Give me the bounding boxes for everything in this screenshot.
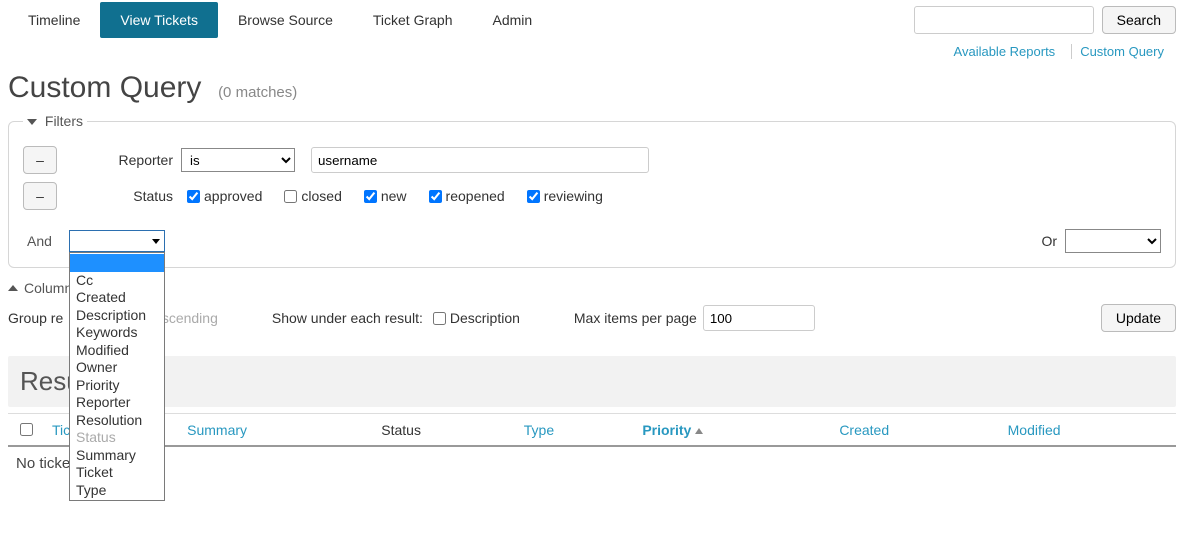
col-priority[interactable]: Priority bbox=[634, 414, 831, 447]
status-reviewing[interactable]: reviewing bbox=[523, 187, 603, 206]
search-button[interactable]: Search bbox=[1102, 6, 1176, 34]
dd-item-modified[interactable]: Modified bbox=[70, 342, 164, 360]
filters-fieldset: Filters – Reporter is – Status approved … bbox=[8, 113, 1176, 268]
filters-legend-text: Filters bbox=[45, 113, 83, 129]
dd-item-description[interactable]: Description bbox=[70, 307, 164, 325]
filters-legend[interactable]: Filters bbox=[23, 113, 87, 129]
status-new-checkbox[interactable] bbox=[364, 190, 377, 203]
max-items-input[interactable] bbox=[703, 305, 815, 331]
results-heading: Resu bbox=[8, 356, 1176, 407]
page-title: Custom Query (0 matches) bbox=[8, 71, 1176, 105]
sub-nav: Available Reports Custom Query bbox=[0, 40, 1184, 59]
dd-item-keywords[interactable]: Keywords bbox=[70, 324, 164, 342]
reporter-operator-select[interactable]: is bbox=[181, 148, 295, 172]
col-status[interactable]: Status bbox=[373, 414, 515, 447]
status-new[interactable]: new bbox=[360, 187, 407, 206]
select-all-checkbox[interactable] bbox=[20, 423, 33, 436]
dd-item-resolution[interactable]: Resolution bbox=[70, 412, 164, 430]
or-filter-select[interactable] bbox=[1065, 229, 1161, 253]
match-count: (0 matches) bbox=[218, 84, 297, 101]
tab-admin[interactable]: Admin bbox=[473, 2, 553, 38]
tab-ticket-graph[interactable]: Ticket Graph bbox=[353, 2, 473, 38]
group-results-label: Group re bbox=[8, 310, 63, 326]
status-approved[interactable]: approved bbox=[183, 187, 262, 206]
chevron-down-icon bbox=[152, 239, 160, 244]
link-custom-query[interactable]: Custom Query bbox=[1071, 44, 1172, 59]
collapse-icon bbox=[27, 119, 37, 125]
dd-item-type[interactable]: Type bbox=[70, 482, 164, 500]
col-type[interactable]: Type bbox=[516, 414, 635, 447]
status-closed[interactable]: closed bbox=[280, 187, 341, 206]
dd-item-reporter[interactable]: Reporter bbox=[70, 394, 164, 412]
show-description-option[interactable]: Description bbox=[429, 309, 520, 328]
dd-item-cc[interactable]: Cc bbox=[70, 272, 164, 290]
link-available-reports[interactable]: Available Reports bbox=[946, 44, 1064, 59]
and-label: And bbox=[27, 233, 69, 249]
expand-icon bbox=[8, 285, 18, 291]
remove-filter-status-button[interactable]: – bbox=[23, 182, 57, 210]
show-description-checkbox[interactable] bbox=[433, 312, 446, 325]
dd-item-blank[interactable] bbox=[70, 254, 164, 272]
reporter-label: Reporter bbox=[99, 152, 173, 168]
main-tabs: Timeline View Tickets Browse Source Tick… bbox=[8, 2, 552, 38]
dd-item-priority[interactable]: Priority bbox=[70, 377, 164, 395]
update-button[interactable]: Update bbox=[1101, 304, 1176, 332]
dd-item-created[interactable]: Created bbox=[70, 289, 164, 307]
reporter-value-input[interactable] bbox=[311, 147, 649, 173]
status-reviewing-checkbox[interactable] bbox=[527, 190, 540, 203]
status-closed-checkbox[interactable] bbox=[284, 190, 297, 203]
columns-legend[interactable]: Columns bbox=[8, 280, 1176, 296]
tab-view-tickets[interactable]: View Tickets bbox=[100, 2, 218, 38]
search-input[interactable] bbox=[914, 6, 1094, 34]
remove-filter-reporter-button[interactable]: – bbox=[23, 146, 57, 174]
results-table: Ticket Summary Status Type Priority Crea… bbox=[8, 413, 1176, 447]
dd-item-status: Status bbox=[70, 429, 164, 447]
dd-item-ticket[interactable]: Ticket bbox=[70, 464, 164, 482]
col-created[interactable]: Created bbox=[831, 414, 999, 447]
tab-timeline[interactable]: Timeline bbox=[8, 2, 100, 38]
show-under-label: Show under each result: bbox=[272, 310, 423, 326]
no-results-message: No tickets found bbox=[8, 447, 1176, 480]
tab-browse-source[interactable]: Browse Source bbox=[218, 2, 353, 38]
status-approved-checkbox[interactable] bbox=[187, 190, 200, 203]
page-title-text: Custom Query bbox=[8, 71, 201, 104]
or-label: Or bbox=[1041, 233, 1057, 249]
status-label: Status bbox=[99, 188, 173, 204]
status-reopened[interactable]: reopened bbox=[425, 187, 505, 206]
and-filter-dropdown: Cc Created Description Keywords Modified… bbox=[69, 252, 165, 501]
status-reopened-checkbox[interactable] bbox=[429, 190, 442, 203]
col-summary[interactable]: Summary bbox=[179, 414, 373, 447]
dd-item-owner[interactable]: Owner bbox=[70, 359, 164, 377]
col-modified[interactable]: Modified bbox=[1000, 414, 1176, 447]
max-items-label: Max items per page bbox=[574, 310, 697, 326]
dd-item-summary[interactable]: Summary bbox=[70, 447, 164, 465]
sort-asc-icon bbox=[695, 428, 703, 434]
and-filter-select[interactable] bbox=[69, 230, 165, 252]
